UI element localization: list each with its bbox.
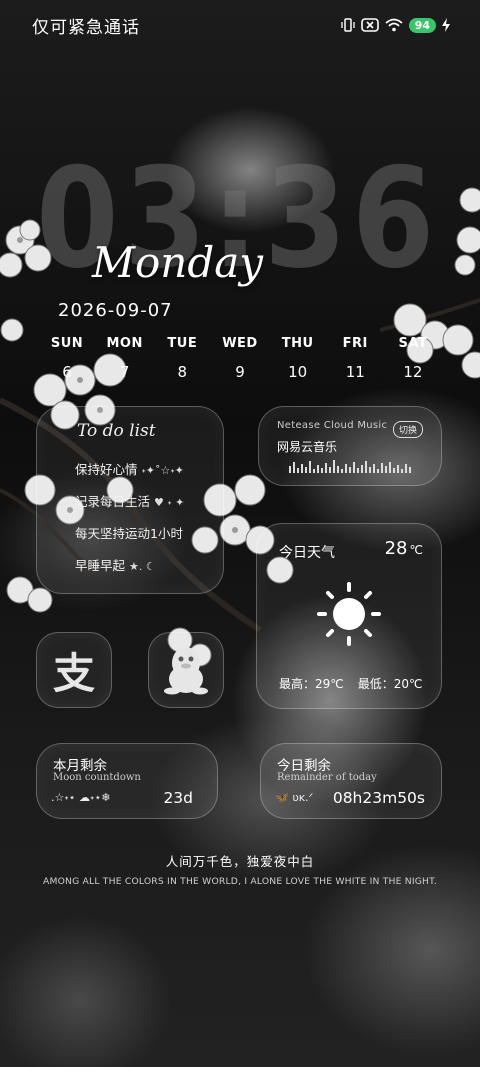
todo-item[interactable]: 保持好心情 ˖✦˚☆˖✦ <box>75 459 184 478</box>
high-temp: 最高：29℃ <box>279 677 344 691</box>
today-remainder-widget[interactable]: 今日剩余 Remainder of today 🦋 ʋᴋ.ᐟ 08h23m50s <box>260 743 442 819</box>
weather-temp: 28 ℃ <box>384 538 423 559</box>
weekday-mon: MON 7 <box>106 336 143 381</box>
music-title: 网易云音乐 <box>277 440 338 454</box>
quote-chinese: 人间万千色，独爱夜中白 <box>165 854 315 869</box>
alipay-app-icon[interactable]: 支 <box>36 632 112 708</box>
battery-icon: 94 <box>408 17 436 33</box>
moon-title: 本月剩余 <box>53 758 107 774</box>
today-subtitle: Remainder of today <box>277 772 377 783</box>
music-brand: Netease Cloud Music <box>277 420 388 431</box>
switch-button[interactable]: 切换 <box>392 421 423 438</box>
alipay-glyph: 支 <box>52 648 95 698</box>
todo-item[interactable]: 记录每日生活 ♥ ˖ ✦ <box>75 491 184 510</box>
moon-countdown-widget[interactable]: 本月剩余 Moon countdown .☆˖⋆ ☁˖⋆❄ 23d <box>36 743 218 819</box>
weekday-thu: THU 10 <box>281 336 314 381</box>
weekday-sat: SAT 12 <box>398 336 428 381</box>
weekday-tue: TUE 8 <box>167 336 198 381</box>
status-icons: 94 <box>341 17 450 33</box>
today-value: 08h23m50s <box>332 789 425 807</box>
status-bar: 仅可紧急通话 94 <box>32 12 450 38</box>
weather-widget[interactable]: 今日天气 28 ℃ 最高：29℃ 最低：20℃ <box>256 523 442 709</box>
no-sim-icon <box>360 18 379 32</box>
weekday-wed: WED 9 <box>222 336 258 381</box>
quote-english: AMONG ALL THE COLORS IN THE WORLD, I ALO… <box>42 876 438 887</box>
charging-icon <box>442 18 450 32</box>
carrier-text: 仅可紧急通话 <box>32 17 140 38</box>
todo-item[interactable]: 每天坚持运动1小时 <box>75 523 187 542</box>
day-name: Monday <box>92 238 263 287</box>
qq-app-icon[interactable] <box>148 632 224 708</box>
audio-wave-icon <box>289 460 411 473</box>
sun-icon <box>317 582 381 646</box>
music-widget[interactable]: Netease Cloud Music 切换 网易云音乐 <box>258 406 442 486</box>
todo-widget[interactable]: To do list 保持好心情 ˖✦˚☆˖✦ 记录每日生活 ♥ ˖ ✦ 每天坚持运… <box>36 406 224 594</box>
weather-label: 今日天气 <box>279 545 335 561</box>
temp-range: 最高：29℃ 最低：20℃ <box>279 675 423 692</box>
todo-title: To do list <box>77 421 156 441</box>
moon-subtitle: Moon countdown <box>53 772 141 783</box>
week-calendar: SUN 6 MON 7 TUE 8 WED 9 THU 10 FRI 11 SAT 12 <box>40 336 440 381</box>
vibrate-icon <box>341 18 355 32</box>
today-title: 今日剩余 <box>277 758 331 774</box>
date-text: 2026-09-07 <box>58 300 173 321</box>
low-temp: 最低：20℃ <box>357 677 423 691</box>
moon-deco: .☆˖⋆ ☁˖⋆❄ <box>51 791 111 804</box>
weekday-fri: FRI 11 <box>342 336 368 381</box>
wifi-icon <box>385 18 403 32</box>
butterfly-icon: 🦋 ʋᴋ.ᐟ <box>275 791 314 804</box>
todo-item[interactable]: 早睡早起 ★. ☾ <box>75 555 156 574</box>
qq-penguin-icon <box>164 647 208 695</box>
moon-value: 23d <box>163 789 193 807</box>
weekday-sun: SUN 6 <box>50 336 84 381</box>
